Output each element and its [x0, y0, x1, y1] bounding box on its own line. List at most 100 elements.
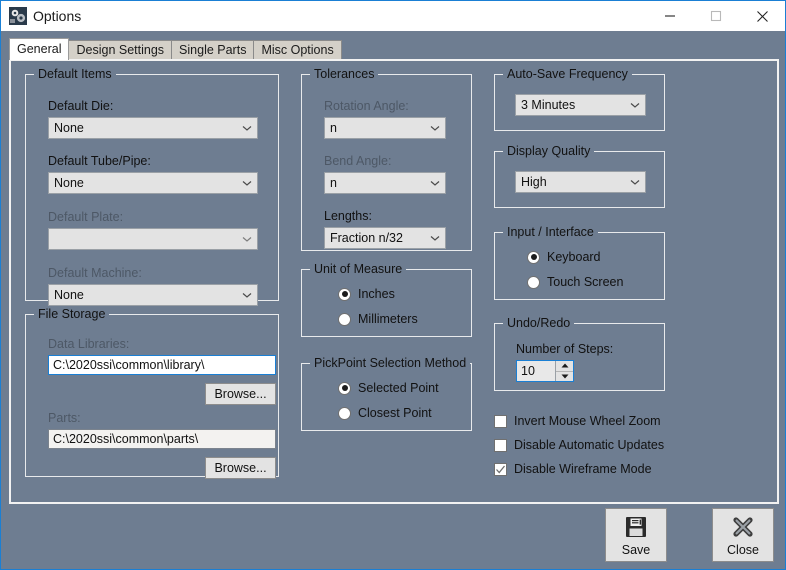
display-quality-combo[interactable]: High — [515, 171, 646, 193]
group-unit-of-measure-legend: Unit of Measure — [310, 262, 407, 276]
group-auto-save-frequency: Auto-Save Frequency 3 Minutes — [494, 67, 665, 131]
chevron-down-icon — [625, 102, 645, 109]
tab-single-parts[interactable]: Single Parts — [171, 40, 255, 60]
checkbox-disable-automatic-updates[interactable]: Disable Automatic Updates — [494, 438, 664, 452]
checkbox-disable-wireframe-mode[interactable]: Disable Wireframe Mode — [494, 462, 652, 476]
auto-save-frequency-combo[interactable]: 3 Minutes — [515, 94, 646, 116]
save-button-label: Save — [621, 543, 651, 557]
radio-closest-point[interactable]: Closest Point — [338, 406, 432, 420]
stepper-up-icon[interactable] — [556, 361, 573, 372]
rotation-angle-value: n — [330, 121, 337, 135]
checkbox-invert-mouse-wheel-zoom[interactable]: Invert Mouse Wheel Zoom — [494, 414, 661, 428]
x-cross-icon — [731, 513, 755, 541]
radio-dot-icon — [527, 250, 540, 264]
group-pickpoint-selection-method: PickPoint Selection Method Selected Poin… — [301, 356, 472, 431]
default-machine-label: Default Machine: — [48, 266, 142, 280]
data-libraries-label: Data Libraries: — [48, 337, 130, 351]
options-window: Options General Design Settings Single P… — [0, 0, 786, 570]
bend-angle-label: Bend Angle: — [324, 154, 392, 168]
checkbox-box-icon — [494, 414, 507, 428]
tab-strip: General Design Settings Single Parts Mis… — [9, 38, 342, 60]
radio-inches[interactable]: Inches — [338, 287, 395, 301]
minimize-button[interactable] — [647, 1, 693, 31]
floppy-disk-icon — [624, 513, 648, 541]
auto-save-frequency-value: 3 Minutes — [521, 98, 576, 112]
radio-inches-label: Inches — [358, 287, 395, 301]
chevron-down-icon — [237, 236, 257, 243]
window-title: Options — [33, 8, 82, 24]
tab-misc-options[interactable]: Misc Options — [253, 40, 342, 60]
default-tube-value: None — [54, 176, 84, 190]
radio-dot-icon — [338, 287, 351, 301]
group-undo-redo: Undo/Redo Number of Steps: 10 — [494, 316, 665, 391]
radio-touch-screen-label: Touch Screen — [547, 275, 624, 289]
close-window-button[interactable] — [739, 1, 785, 31]
data-libraries-browse-button[interactable]: Browse... — [205, 383, 276, 405]
tab-panel-general: Default Items Default Die: None Default … — [9, 59, 779, 504]
default-plate-combo[interactable] — [48, 228, 258, 250]
default-machine-value: None — [54, 288, 84, 302]
default-die-combo[interactable]: None — [48, 117, 258, 139]
tab-design-settings[interactable]: Design Settings — [68, 40, 173, 60]
lengths-label: Lengths: — [324, 209, 372, 223]
default-machine-combo[interactable]: None — [48, 284, 258, 306]
title-bar: Options — [1, 1, 785, 31]
bend-angle-combo[interactable]: n — [324, 172, 446, 194]
maximize-button[interactable] — [693, 1, 739, 31]
group-auto-save-legend: Auto-Save Frequency — [503, 67, 632, 81]
default-tube-label: Default Tube/Pipe: — [48, 154, 151, 168]
stepper-down-icon[interactable] — [556, 371, 573, 381]
group-default-items: Default Items Default Die: None Default … — [25, 67, 279, 306]
group-file-storage: File Storage Data Libraries: C:\2020ssi\… — [25, 307, 279, 479]
group-tolerances: Tolerances Rotation Angle: n Bend Angle:… — [301, 67, 472, 251]
radio-dot-icon — [338, 406, 351, 420]
group-default-items-legend: Default Items — [34, 67, 116, 81]
close-button-label: Close — [727, 543, 759, 557]
parts-input[interactable]: C:\2020ssi\common\parts\ — [48, 429, 276, 449]
chevron-down-icon — [425, 125, 445, 132]
bend-angle-value: n — [330, 176, 337, 190]
lengths-value: Fraction n/32 — [330, 231, 403, 245]
radio-millimeters[interactable]: Millimeters — [338, 312, 418, 326]
checkbox-box-icon — [494, 462, 507, 476]
default-die-value: None — [54, 121, 84, 135]
radio-keyboard-label: Keyboard — [547, 250, 601, 264]
checkbox-disable-wireframe-mode-label: Disable Wireframe Mode — [514, 462, 652, 476]
chevron-down-icon — [625, 179, 645, 186]
number-of-steps-stepper[interactable]: 10 — [516, 360, 574, 382]
data-libraries-input[interactable]: C:\2020ssi\common\library\ — [48, 355, 276, 375]
chevron-down-icon — [237, 180, 257, 187]
radio-closest-point-label: Closest Point — [358, 406, 432, 420]
lengths-combo[interactable]: Fraction n/32 — [324, 227, 446, 249]
checkbox-box-icon — [494, 438, 507, 452]
save-button[interactable]: Save — [605, 508, 667, 562]
group-file-storage-legend: File Storage — [34, 307, 110, 321]
chevron-down-icon — [425, 235, 445, 242]
stepper-buttons[interactable] — [555, 361, 573, 381]
radio-touch-screen[interactable]: Touch Screen — [527, 275, 623, 289]
radio-dot-icon — [338, 312, 351, 326]
chevron-down-icon — [425, 180, 445, 187]
options-gear-icon — [9, 7, 27, 25]
chevron-down-icon — [237, 292, 257, 299]
parts-browse-button[interactable]: Browse... — [205, 457, 276, 479]
group-display-quality: Display Quality High — [494, 144, 665, 208]
rotation-angle-label: Rotation Angle: — [324, 99, 409, 113]
tab-general[interactable]: General — [9, 38, 70, 60]
parts-label: Parts: — [48, 411, 81, 425]
group-tolerances-legend: Tolerances — [310, 67, 379, 81]
radio-millimeters-label: Millimeters — [358, 312, 418, 326]
number-of-steps-label: Number of Steps: — [516, 342, 614, 356]
rotation-angle-combo[interactable]: n — [324, 117, 446, 139]
group-input-interface-legend: Input / Interface — [503, 225, 598, 239]
radio-dot-icon — [338, 381, 351, 395]
checkbox-disable-automatic-updates-label: Disable Automatic Updates — [514, 438, 665, 452]
close-button[interactable]: Close — [712, 508, 774, 562]
radio-dot-icon — [527, 275, 540, 289]
default-tube-combo[interactable]: None — [48, 172, 258, 194]
default-die-label: Default Die: — [48, 99, 114, 113]
radio-selected-point[interactable]: Selected Point — [338, 381, 439, 395]
radio-keyboard[interactable]: Keyboard — [527, 250, 601, 264]
checkbox-invert-mouse-wheel-zoom-label: Invert Mouse Wheel Zoom — [514, 414, 661, 428]
number-of-steps-value: 10 — [521, 364, 535, 378]
